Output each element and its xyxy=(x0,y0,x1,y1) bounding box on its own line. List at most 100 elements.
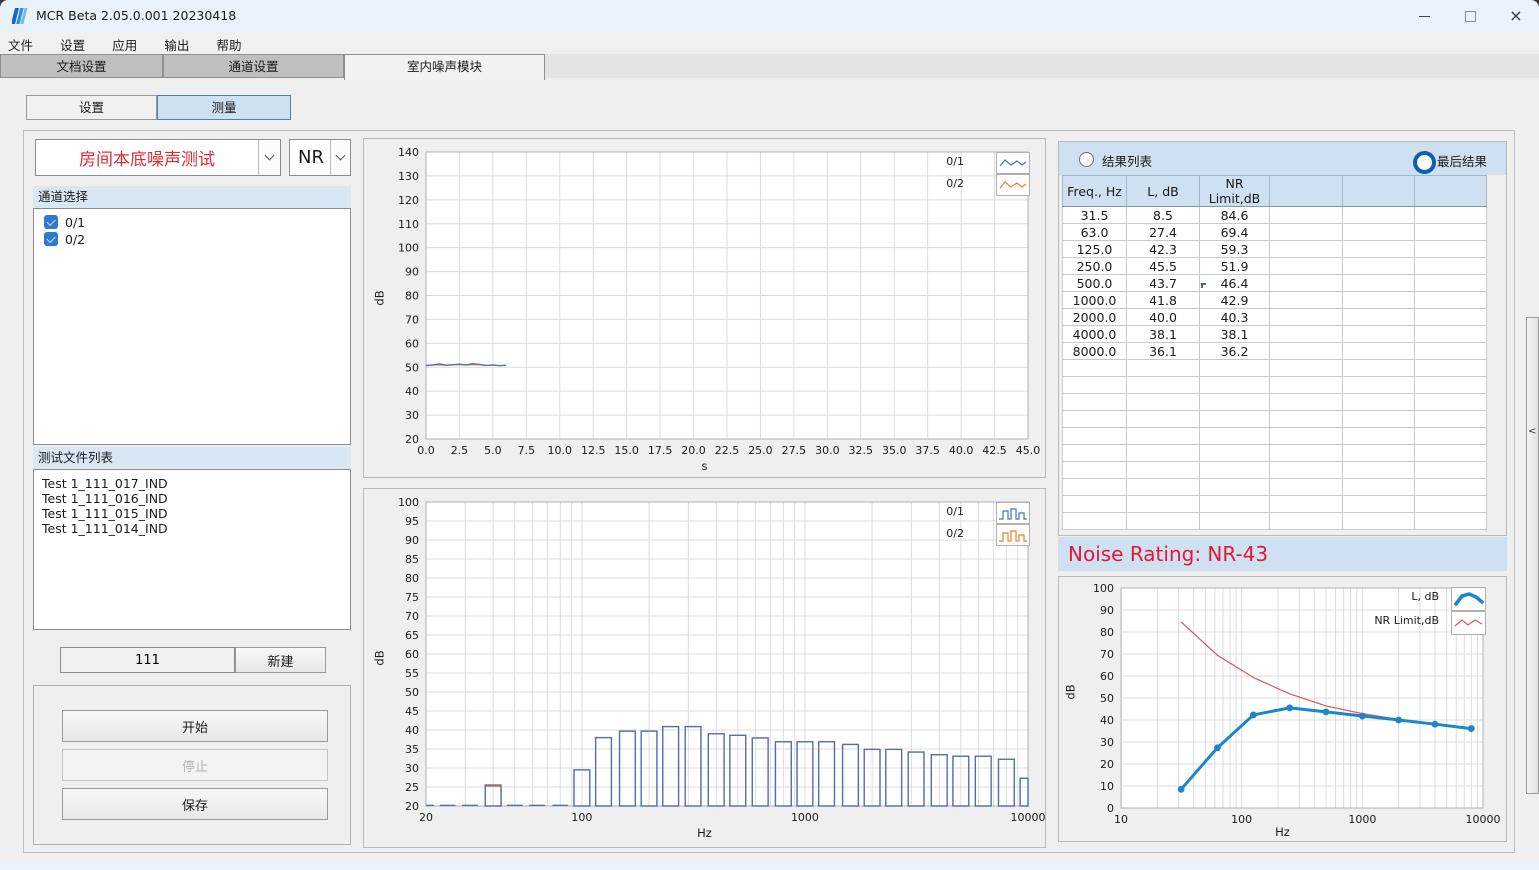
rating-type-value: NR xyxy=(298,140,324,175)
svg-text:42.5: 42.5 xyxy=(982,444,1007,457)
table-row[interactable] xyxy=(1063,360,1487,377)
svg-text:90: 90 xyxy=(1100,604,1114,617)
table-row[interactable] xyxy=(1063,428,1487,445)
close-button[interactable]: × xyxy=(1493,0,1539,32)
maximize-button[interactable] xyxy=(1447,0,1493,32)
level-axis-label: dB xyxy=(1064,684,1078,699)
legend-line-level[interactable] xyxy=(1451,587,1486,611)
table-row[interactable] xyxy=(1063,513,1487,530)
tab-channel-settings[interactable]: 通道设置 xyxy=(163,54,344,78)
svg-text:100: 100 xyxy=(1093,582,1114,595)
svg-text:40: 40 xyxy=(405,724,419,737)
test-name-value: 房间本底噪声测试 xyxy=(36,140,258,175)
svg-text:32.5: 32.5 xyxy=(849,444,874,457)
svg-text:10: 10 xyxy=(1100,780,1114,793)
channel-1-checkbox[interactable] xyxy=(44,215,58,229)
time-history-chart: 0.02.55.07.510.012.515.017.520.022.525.0… xyxy=(363,138,1046,478)
table-row[interactable] xyxy=(1063,394,1487,411)
last-result-radio[interactable] xyxy=(1413,151,1436,174)
table-row[interactable] xyxy=(1063,445,1487,462)
thick-line-series-icon xyxy=(1453,589,1484,609)
table-row[interactable] xyxy=(1063,411,1487,428)
table-row[interactable]: 2000.040.040.3 xyxy=(1063,309,1487,326)
legend-bars-ch2[interactable] xyxy=(996,524,1030,546)
svg-text:45: 45 xyxy=(405,705,419,718)
list-item[interactable]: Test 1_111_014_IND xyxy=(42,521,168,536)
svg-text:55: 55 xyxy=(405,667,419,680)
close-icon: × xyxy=(1509,8,1522,24)
svg-text:0: 0 xyxy=(1107,802,1114,815)
test-name-combobox[interactable]: 房间本底噪声测试 xyxy=(35,139,281,176)
results-table: Freq., HzL, dBNR Limit,dB 31.58.584.663.… xyxy=(1062,175,1487,530)
table-row[interactable] xyxy=(1063,377,1487,394)
svg-text:110: 110 xyxy=(398,218,419,231)
chevron-down-icon xyxy=(265,151,275,161)
list-item[interactable]: Test 1_111_017_IND xyxy=(42,476,168,491)
save-button[interactable]: 保存 xyxy=(62,788,328,820)
table-row[interactable] xyxy=(1063,496,1487,513)
rating-type-dropdown-button[interactable] xyxy=(330,140,350,175)
stop-button: 停止 xyxy=(62,749,328,781)
subtab-settings[interactable]: 设置 xyxy=(26,95,157,120)
svg-text:20: 20 xyxy=(405,433,419,446)
menu-bar: 文件 设置 应用 输出 帮助 xyxy=(0,32,1539,54)
legend-line-ch2[interactable] xyxy=(996,174,1030,196)
table-row[interactable]: 31.58.584.6 xyxy=(1063,207,1487,224)
svg-text:35: 35 xyxy=(405,743,419,756)
collapse-panel-handle[interactable]: < xyxy=(1526,317,1539,794)
channel-2-checkbox[interactable] xyxy=(44,232,58,246)
list-item[interactable]: Test 1_111_015_IND xyxy=(42,506,168,521)
svg-text:50: 50 xyxy=(405,686,419,699)
table-row[interactable]: 250.045.551.9 xyxy=(1063,258,1487,275)
table-row[interactable] xyxy=(1063,479,1487,496)
table-row[interactable]: 125.042.359.3 xyxy=(1063,241,1487,258)
svg-text:20: 20 xyxy=(405,800,419,813)
list-item[interactable]: Test 1_111_016_IND xyxy=(42,491,168,506)
subtab-measure[interactable]: 测量 xyxy=(157,95,291,120)
svg-text:60: 60 xyxy=(405,648,419,661)
level-axis-label: dB xyxy=(373,290,387,305)
table-row[interactable] xyxy=(1063,462,1487,479)
svg-text:1000: 1000 xyxy=(791,811,819,824)
channel-2-label: 0/2 xyxy=(65,232,85,247)
minimize-button[interactable] xyxy=(1401,0,1447,32)
collapse-panel-icon: < xyxy=(1528,426,1536,437)
svg-text:50: 50 xyxy=(1100,692,1114,705)
legend-label-ch2: 0/2 xyxy=(884,177,964,190)
table-row[interactable]: 1000.041.842.9 xyxy=(1063,292,1487,309)
chevron-down-icon xyxy=(336,151,346,161)
table-row[interactable]: 500.043.746.4 xyxy=(1063,275,1487,292)
svg-text:70: 70 xyxy=(1100,648,1114,661)
tab-indoor-noise-module[interactable]: 室内噪声模块 xyxy=(344,54,545,80)
level-axis-label: dB xyxy=(373,650,387,665)
test-file-listbox[interactable]: Test 1_111_017_IND Test 1_111_016_IND Te… xyxy=(33,469,351,630)
svg-text:80: 80 xyxy=(1100,626,1114,639)
tab-document-settings[interactable]: 文档设置 xyxy=(0,54,163,78)
svg-text:40.0: 40.0 xyxy=(949,444,974,457)
svg-text:140: 140 xyxy=(398,146,419,159)
svg-text:5.0: 5.0 xyxy=(484,444,502,457)
legend-label-ch1: 0/1 xyxy=(884,155,964,168)
table-row[interactable]: 63.027.469.4 xyxy=(1063,224,1487,241)
svg-text:75: 75 xyxy=(405,591,419,604)
svg-text:20: 20 xyxy=(1100,758,1114,771)
table-header-cell xyxy=(1343,176,1415,207)
rating-type-combobox[interactable]: NR xyxy=(289,139,351,176)
line-series-icon xyxy=(998,154,1028,172)
svg-text:95: 95 xyxy=(405,515,419,528)
result-list-radio[interactable] xyxy=(1079,152,1094,167)
table-header-cell xyxy=(1270,176,1343,207)
svg-text:10.0: 10.0 xyxy=(548,444,573,457)
legend-line-nr-limit[interactable] xyxy=(1451,611,1486,635)
test-name-dropdown-button[interactable] xyxy=(258,140,280,175)
legend-line-ch1[interactable] xyxy=(996,152,1030,174)
svg-text:85: 85 xyxy=(405,553,419,566)
file-tag-input[interactable] xyxy=(60,647,235,673)
new-file-button[interactable]: 新建 xyxy=(235,647,326,673)
legend-bars-ch1[interactable] xyxy=(996,502,1030,524)
svg-text:100: 100 xyxy=(571,811,592,824)
start-button[interactable]: 开始 xyxy=(62,710,328,742)
table-row[interactable]: 4000.038.138.1 xyxy=(1063,326,1487,343)
channel-listbox[interactable]: 0/1 0/2 xyxy=(33,208,351,445)
table-row[interactable]: 8000.036.136.2 xyxy=(1063,343,1487,360)
